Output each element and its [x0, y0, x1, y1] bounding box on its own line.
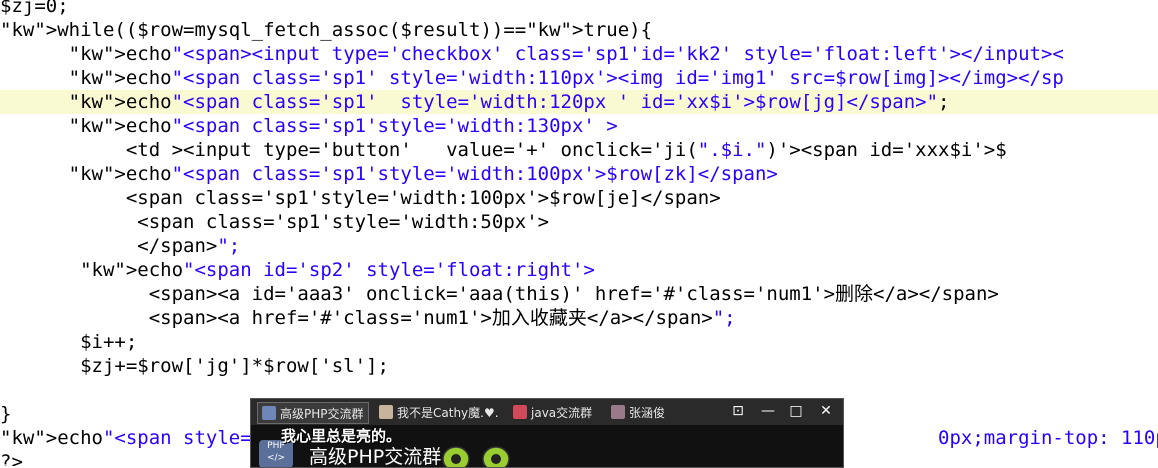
code-line: <span><a id='aaa3' onclick='aaa(this)' h… [0, 283, 999, 305]
code-line: "kw">echo"<span id='sp2' style='float:ri… [80, 259, 595, 281]
code-line: "kw">echo"<span><input type='checkbox' c… [68, 43, 1064, 65]
user-avatar-icon [379, 405, 393, 419]
code-line: <span class='sp1'style='width:50px'> [0, 211, 550, 233]
code-line: "kw">echo"<span class='sp1'style='width:… [68, 115, 618, 137]
code-editor[interactable]: $zj=0; "kw">while(($row=mysql_fetch_assoc… [0, 0, 1158, 466]
chat-tab-php-group[interactable]: 高级PHP交流群 [257, 402, 369, 424]
group-avatar-icon [513, 405, 527, 419]
maximize-icon[interactable]: □ [787, 402, 805, 420]
group-name: 高级PHP交流群 [309, 446, 442, 468]
user-avatar-icon [611, 405, 625, 419]
code-line: </span>"; [0, 235, 241, 257]
code-line: $zj+=$row['jg']*$row['sl']; [0, 355, 389, 377]
chat-header: PHP </> 我心里总是亮的。 高级PHP交流群 [251, 425, 843, 467]
code-line: "kw">echo"<span class='sp1' style='width… [68, 67, 1064, 89]
code-line: "kw">echo"<span class='sp1' style='width… [0, 90, 1158, 114]
minimize-icon[interactable]: — [759, 402, 777, 420]
code-line: $zj=0; [0, 0, 69, 17]
code-line: <td ><input type='button' value='+' oncl… [0, 139, 1007, 161]
chat-tab-cathy[interactable]: 我不是Cathy魔.♥. [379, 402, 499, 422]
code-line: "kw">while(($row=mysql_fetch_assoc($resu… [0, 19, 653, 41]
close-icon[interactable]: ✕ [817, 402, 835, 420]
group-avatar-icon [262, 406, 276, 420]
dropdown-icon[interactable]: ⊡ [729, 402, 747, 420]
qq-chat-window[interactable]: 高级PHP交流群 我不是Cathy魔.♥. java交流群 张涵俊 ⊡ — □ … [250, 398, 844, 468]
chat-tab-java-group[interactable]: java交流群 [513, 402, 592, 422]
code-line: $i++; [0, 331, 138, 353]
code-line: <span class='sp1'style='width:100px'>$ro… [0, 187, 721, 209]
chat-tab-bar: 高级PHP交流群 我不是Cathy魔.♥. java交流群 张涵俊 ⊡ — □ … [251, 399, 843, 425]
chat-tab-zhang[interactable]: 张涵俊 [611, 402, 665, 422]
frog-decoration-icon [442, 446, 510, 467]
code-line: "kw">echo"<span class='sp1'style='width:… [68, 163, 778, 185]
code-line: <span><a href='#'class='num1'>加入收藏夹</a><… [0, 307, 736, 329]
